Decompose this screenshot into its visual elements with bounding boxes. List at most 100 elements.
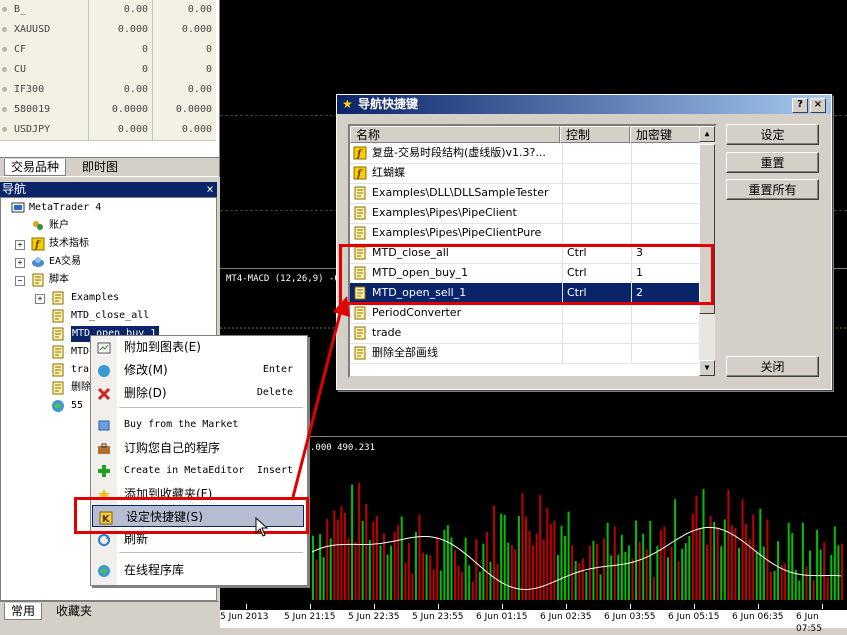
volume-bar [485,532,488,600]
shortcut-row[interactable]: PeriodConverter [350,303,700,324]
tree-root[interactable]: MetaTrader 4 [29,200,101,216]
volume-bar [741,499,744,600]
tree-examples-icon [51,291,65,305]
add-icon [97,464,111,478]
close-button[interactable]: 关闭 [726,356,819,377]
market-watch-row[interactable]: IF300 0.00 0.00 [0,80,216,101]
tree-open-sell[interactable]: MTD [71,344,89,360]
tree-expander-icon[interactable]: + [15,258,25,268]
shortcut-row[interactable]: Examples\Pipes\PipeClient [350,203,700,224]
time-tick-mark [758,604,759,609]
shortcut-control [562,223,633,243]
navigator-close-button[interactable]: × [203,182,217,197]
symbol-name: USDJPY [0,120,88,140]
order-icon [97,441,111,455]
tree-expander-icon[interactable]: + [35,294,45,304]
dialog-close-button[interactable]: × [810,98,826,113]
menu-create-in-metaeditor[interactable]: Create in MetaEditor Insert [91,460,305,482]
market-watch-row[interactable]: B_ 0.00 0.00 [0,0,216,21]
volume-bar [734,527,737,600]
tree-library[interactable]: 55 [71,398,83,414]
menu-item-label: Create in MetaEditor [124,465,245,476]
shortcut-name: 删除全部画线 [372,346,438,359]
volume-bar [493,505,496,600]
shortcut-row[interactable]: Examples\Pipes\PipeClientPure [350,223,700,244]
shortcut-control [562,203,633,223]
tab-symbols[interactable]: 交易品种 [4,159,67,176]
volume-bar [748,539,751,600]
volume-bar [315,559,318,600]
volume-bar [390,545,393,600]
menu-online-library[interactable]: 在线程序库 [91,559,305,581]
scroll-up-button[interactable]: ▲ [699,126,715,142]
indicator-icon: f [353,166,367,180]
menu-delete[interactable]: 删除(D) Delete [91,382,305,404]
shortcut-row[interactable]: Examples\DLL\DLLSampleTester [350,183,700,204]
volume-bar [464,537,467,600]
shortcut-row[interactable]: f 红蝴蝶 [350,163,700,184]
menu-item-label: Buy from the Market [124,419,239,430]
time-tick-label: 5 Jun 21:15 [284,612,336,622]
shortcut-name: trade [372,326,402,339]
shortcut-row[interactable]: 删除全部画线 [350,343,700,364]
scroll-down-button[interactable]: ▼ [699,360,715,376]
volume-bar [514,549,517,600]
menu-modify[interactable]: 修改(M) Enter [91,359,305,381]
reset-all-button[interactable]: 重置所有 [726,179,819,200]
volume-bar [379,545,382,600]
symbol-name: CU [0,60,88,80]
market-watch-row[interactable]: USDJPY 0.000 0.000 [0,120,216,141]
tree-accounts[interactable]: 账户 [49,218,69,234]
tree-experts[interactable]: EA交易 [49,254,81,270]
reset-button[interactable]: 重置 [726,152,819,173]
tab-common[interactable]: 常用 [4,603,43,620]
tree-close-all[interactable]: MTD_close_all [71,308,149,324]
script-icon [353,326,367,340]
market-watch-row[interactable]: CF 0 0 [0,40,216,61]
volume-bar [805,566,808,600]
volume-bar [500,513,503,600]
menu-order-program[interactable]: 订购您自己的程序 [91,437,305,459]
menu-buy-from-market[interactable]: Buy from the Market [91,414,305,436]
time-tick-mark [502,604,503,609]
script-icon [353,186,367,200]
market-watch-row[interactable]: CU 0 0 [0,60,216,81]
market-watch-row[interactable]: XAUUSD 0.000 0.000 [0,20,216,41]
market-watch-row[interactable]: 580019 0.0000 0.0000 [0,100,216,121]
tree-expander-icon[interactable]: + [15,240,25,250]
volume-bar [709,516,712,600]
tree-scripts[interactable]: 脚本 [49,272,69,288]
shortcut-control [562,303,633,323]
tree-trade[interactable]: tra [71,362,89,378]
shortcut-control [562,343,633,363]
volume-bar [830,554,833,600]
tree-delete-lines-icon [51,381,65,395]
column-header-control[interactable]: 控制 [560,126,630,143]
menu-item-shortcut: Enter [262,364,293,375]
help-button[interactable]: ? [792,98,808,113]
dialog-title-bar: ★ 导航快捷键 ? × [337,95,831,114]
volume-bar [840,543,843,600]
ask-value: 0.00 [152,80,216,100]
tree-examples[interactable]: Examples [71,290,119,306]
tree-indicators[interactable]: 技术指标 [49,236,89,252]
tab-tick-chart[interactable]: 即时图 [76,159,124,175]
tab-favorites[interactable]: 收藏夹 [50,603,98,619]
menu-attach-to-chart[interactable]: 附加到图表(E) [91,336,305,358]
shortcut-row[interactable]: f 复盘-交易时段结构(虚线版)v1.3?... [350,143,700,164]
volume-bar [354,541,357,600]
shortcut-row[interactable]: trade [350,323,700,344]
volume-bar [510,545,513,600]
column-header-key[interactable]: 加密键 [630,126,700,143]
script-icon [353,346,367,360]
column-header-name[interactable]: 名称 [350,126,560,143]
tree-delete-lines[interactable]: 删除 [71,380,91,396]
bid-value: 0.000 [88,20,152,40]
volume-bar [397,524,400,600]
volume-bar [837,545,840,600]
tree-expander-icon[interactable]: − [15,276,25,286]
shortcut-name: Examples\Pipes\PipeClientPure [372,226,542,239]
volume-bar [525,516,527,600]
set-button[interactable]: 设定 [726,124,819,145]
volume-bar [762,546,765,600]
